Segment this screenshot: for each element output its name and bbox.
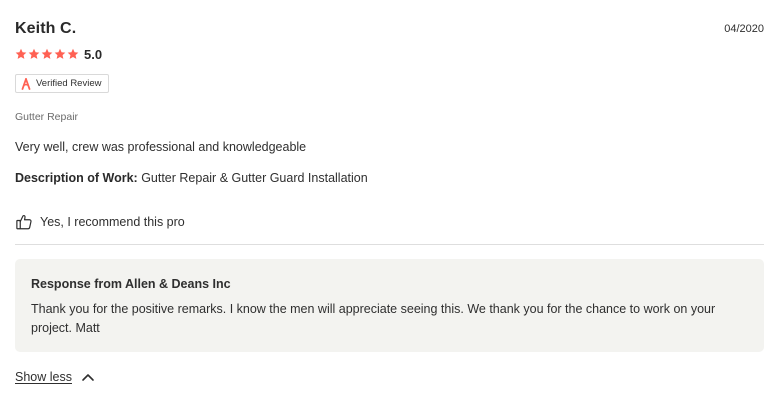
divider bbox=[15, 244, 764, 245]
recommend-text: Yes, I recommend this pro bbox=[40, 215, 185, 229]
review-text: Very well, crew was professional and kno… bbox=[15, 140, 307, 154]
review-card: Keith C. 04/2020 5.0 Verified Review Gut… bbox=[0, 0, 782, 403]
thumbs-up-icon bbox=[16, 214, 32, 230]
star-icon bbox=[67, 48, 79, 59]
rating-row: 5.0 bbox=[15, 46, 102, 62]
star-rating bbox=[15, 48, 79, 60]
service-name: Gutter Repair bbox=[15, 111, 79, 123]
show-less-label[interactable]: Show less bbox=[15, 370, 72, 384]
chevron-up-icon[interactable] bbox=[81, 372, 95, 382]
star-icon bbox=[41, 48, 53, 59]
verified-review-badge: Verified Review bbox=[15, 74, 110, 93]
show-less-button[interactable]: Show less bbox=[15, 370, 95, 384]
pro-response: Response from Allen & Deans Inc Thank yo… bbox=[15, 259, 764, 352]
star-icon bbox=[54, 48, 66, 59]
review-date: 04/2020 bbox=[724, 23, 764, 35]
star-icon bbox=[15, 48, 27, 59]
star-icon bbox=[28, 48, 40, 59]
verified-review-label: Verified Review bbox=[36, 78, 102, 89]
description-of-work-value: Gutter Repair & Gutter Guard Installatio… bbox=[141, 171, 368, 185]
recommend-row: Yes, I recommend this pro bbox=[15, 213, 185, 231]
response-body: Thank you for the positive remarks. I kn… bbox=[31, 302, 716, 335]
description-of-work-label: Description of Work: bbox=[15, 171, 138, 185]
rating-value: 5.0 bbox=[84, 46, 103, 62]
description-of-work: Description of Work: Gutter Repair & Gut… bbox=[15, 171, 368, 185]
angi-logo-icon bbox=[21, 77, 31, 90]
reviewer-name: Keith C. bbox=[15, 20, 77, 37]
response-title: Response from Allen & Deans Inc bbox=[31, 277, 231, 291]
